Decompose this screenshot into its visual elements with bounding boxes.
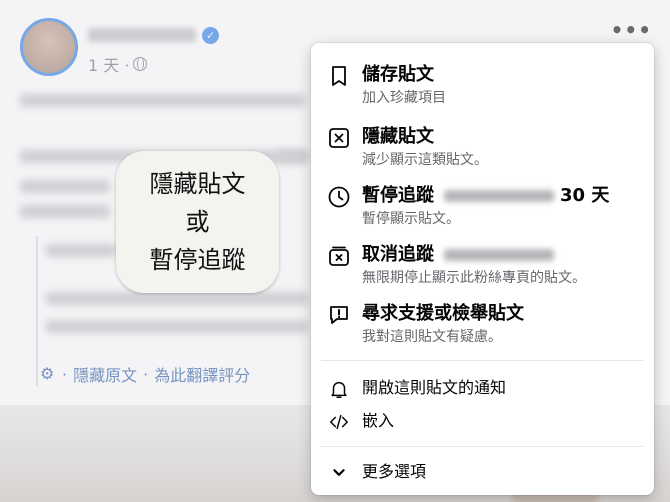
page-name-blurred <box>444 249 554 261</box>
menu-item-save-post[interactable]: 儲存貼文 加入珍藏項目 <box>327 63 647 109</box>
menu-item-turn-on-notifications[interactable]: 開啟這則貼文的通知 <box>327 376 647 400</box>
menu-item-snooze[interactable]: 暫停追蹤 30 天 暫停顯示貼文。 <box>327 184 647 230</box>
menu-item-embed[interactable]: 嵌入 <box>327 409 647 433</box>
bell-icon <box>331 381 347 398</box>
post-options-menu: 儲存貼文 加入珍藏項目 隱藏貼文 減少顯示這類貼文。 暫停追蹤 30 天 暫停顯示… <box>311 43 654 495</box>
clock-icon <box>328 186 350 208</box>
code-embed-icon <box>330 414 348 430</box>
menu-divider <box>321 360 644 361</box>
menu-item-unfollow[interactable]: 取消追蹤 無限期停止顯示此粉絲專頁的貼文。 <box>327 243 647 289</box>
unfollow-icon <box>329 246 349 266</box>
page-name-blurred <box>444 190 554 202</box>
bookmark-icon <box>332 66 346 86</box>
menu-item-hide-post[interactable]: 隱藏貼文 減少顯示這類貼文。 <box>327 125 647 171</box>
hide-x-icon <box>329 128 349 148</box>
menu-divider <box>321 446 644 447</box>
report-icon <box>330 306 348 324</box>
chevron-down-icon <box>333 469 345 476</box>
menu-item-report[interactable]: 尋求支援或檢舉貼文 我對這則貼文有疑慮。 <box>327 302 647 348</box>
menu-item-more-options[interactable]: 更多選項 <box>327 460 647 484</box>
annotation-bubble: 隱藏貼文 或 暫停追蹤 <box>116 151 279 293</box>
